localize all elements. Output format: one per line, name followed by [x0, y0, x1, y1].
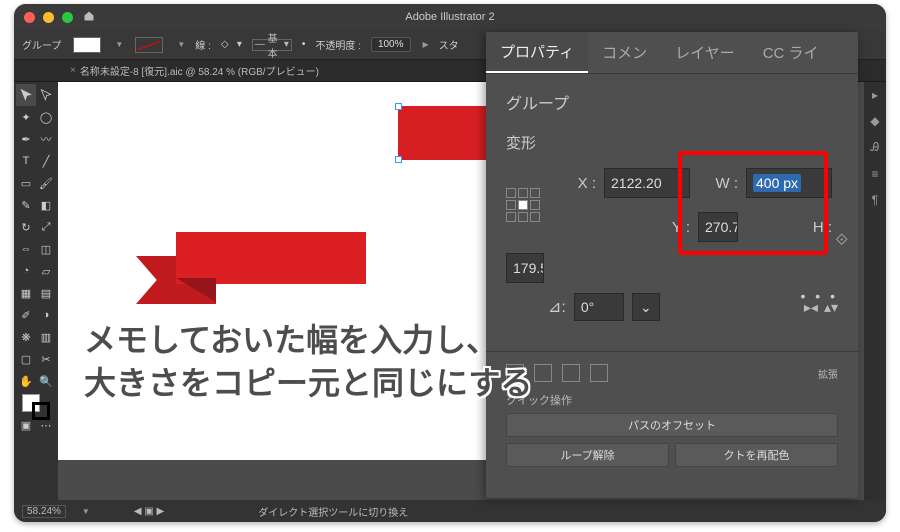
- fill-swatch[interactable]: [73, 37, 101, 53]
- document-tab[interactable]: × 名称未設定-8 [復元].aic @ 58.24 % (RGB/プレビュー): [64, 63, 319, 78]
- toolbox: ✦ ◯ ✒ 〰 T ╱ ▭ 🖌 ✎ ◧ ↻ ⤢ ⇔ ◫ ◔ ▱ ▦ ▤ ✐ ◑ …: [14, 82, 58, 500]
- stroke-weight-stepper[interactable]: ◇ ▾: [221, 39, 242, 50]
- width-tool[interactable]: ⇔: [16, 238, 36, 260]
- panel-icon[interactable]: Ꭿ: [871, 140, 880, 155]
- title-bar: Adobe Illustrator 2: [14, 4, 886, 30]
- rotate-icon: ⊿:: [548, 297, 566, 317]
- pen-tool[interactable]: ✒: [16, 128, 36, 150]
- rotate-tool[interactable]: ↻: [16, 216, 36, 238]
- gradient-tool[interactable]: ▤: [36, 282, 56, 304]
- tab-properties[interactable]: プロパティ: [486, 32, 588, 73]
- align-left-icon[interactable]: [506, 364, 524, 382]
- graph-tool[interactable]: ▥: [36, 326, 56, 348]
- selection-tool[interactable]: [16, 84, 36, 106]
- x-label: X :: [552, 175, 596, 192]
- window-controls: [24, 12, 73, 23]
- shaper-tool[interactable]: ✎: [16, 194, 36, 216]
- panel-icon[interactable]: ≡: [871, 167, 878, 181]
- rectangle-tool[interactable]: ▭: [16, 172, 36, 194]
- close-window-button[interactable]: [24, 12, 35, 23]
- align-center-icon[interactable]: [534, 364, 552, 382]
- perspective-tool[interactable]: ▱: [36, 260, 56, 282]
- free-transform-tool[interactable]: ◫: [36, 238, 56, 260]
- magic-wand-tool[interactable]: ✦: [16, 106, 36, 128]
- stroke-label: 線 :: [195, 37, 211, 52]
- zoom-tool[interactable]: 🔍: [36, 370, 56, 392]
- artboard-tool[interactable]: ▢: [16, 348, 36, 370]
- wh-highlight-annotation: [678, 151, 828, 255]
- panel-tab-bar: プロパティ コメン レイヤー CC ライ: [486, 32, 858, 74]
- lasso-tool[interactable]: ◯: [36, 106, 56, 128]
- eyedropper-tool[interactable]: ✐: [16, 304, 36, 326]
- transform-section-label: 変形: [506, 132, 838, 153]
- opacity-label: 不透明度 :: [315, 37, 361, 52]
- status-hint: ダイレクト選択ツールに切り換え: [258, 504, 408, 519]
- reference-point-control[interactable]: [506, 188, 540, 222]
- angle-dropdown[interactable]: ⌄: [632, 293, 660, 321]
- tab-cc-libraries[interactable]: CC ライ: [749, 32, 833, 73]
- shape-builder-tool[interactable]: ◔: [16, 260, 36, 282]
- chevron-down-icon[interactable]: ▼: [115, 40, 123, 49]
- panel-icon[interactable]: ▸: [872, 88, 878, 102]
- ungroup-button[interactable]: ループ解除: [506, 443, 669, 467]
- zoom-window-button[interactable]: [62, 12, 73, 23]
- symbol-sprayer-tool[interactable]: ❋: [16, 326, 36, 348]
- more-options-button[interactable]: • • •: [801, 288, 838, 304]
- right-icon-column: ▸ ◆ Ꭿ ≡ ¶: [864, 82, 886, 500]
- paintbrush-tool[interactable]: 🖌: [36, 172, 56, 194]
- mesh-tool[interactable]: ▦: [16, 282, 36, 304]
- curvature-tool[interactable]: 〰: [36, 128, 56, 150]
- close-icon[interactable]: ×: [70, 65, 76, 76]
- eraser-tool[interactable]: ◧: [36, 194, 56, 216]
- panel-icon[interactable]: ◆: [870, 114, 879, 128]
- recolor-button[interactable]: クトを再配色: [675, 443, 838, 467]
- zoom-level[interactable]: 58.24%: [22, 505, 66, 518]
- h-input[interactable]: 179.506: [506, 253, 544, 283]
- home-icon[interactable]: [83, 10, 95, 25]
- status-bar: 58.24% ▼ ◀ ▣ ▶ ダイレクト選択ツールに切り換え: [14, 500, 886, 522]
- minimize-window-button[interactable]: [43, 12, 54, 23]
- properties-panel: プロパティ コメン レイヤー CC ライ グループ 変形 X : 2122.20…: [486, 32, 858, 498]
- align-top-icon[interactable]: [590, 364, 608, 382]
- scale-tool[interactable]: ⤢: [36, 216, 56, 238]
- app-window: Adobe Illustrator 2 グループ ▼ ▼ 線 : ◇ ▾ — 基…: [14, 4, 886, 522]
- stroke-swatch[interactable]: [135, 37, 163, 53]
- stroke-box[interactable]: [32, 402, 50, 420]
- slice-tool[interactable]: ✂: [36, 348, 56, 370]
- link-constrain-icon[interactable]: ⟐: [835, 232, 848, 250]
- chevron-down-icon[interactable]: ▼: [82, 507, 90, 516]
- artboard: [58, 82, 520, 460]
- offset-path-button[interactable]: パスのオフセット: [506, 413, 838, 437]
- align-row: 拡張: [506, 360, 838, 386]
- align-right-icon[interactable]: [562, 364, 580, 382]
- angle-input[interactable]: 0°: [574, 293, 624, 321]
- line-tool[interactable]: ╱: [36, 150, 56, 172]
- opacity-input[interactable]: 100%: [371, 37, 411, 52]
- stroke-style-dropdown[interactable]: — 基本 ▾: [252, 39, 292, 51]
- blend-tool[interactable]: ◑: [36, 304, 56, 326]
- hand-tool[interactable]: ✋: [16, 370, 36, 392]
- direct-selection-tool[interactable]: [36, 84, 56, 106]
- object-type-label: グループ: [506, 90, 838, 114]
- context-label: グループ: [22, 37, 61, 52]
- tab-comment[interactable]: コメン: [588, 32, 661, 73]
- chevron-right-icon[interactable]: ▶: [423, 40, 429, 49]
- fill-stroke-control[interactable]: [16, 392, 56, 424]
- extended-label[interactable]: 拡張: [818, 366, 838, 381]
- document-tab-label: 名称未設定-8 [復元].aic @ 58.24 % (RGB/プレビュー): [80, 63, 319, 78]
- ribbon-shape[interactable]: [136, 232, 366, 304]
- quick-actions-label: クイック操作: [506, 386, 838, 410]
- panel-icon[interactable]: ¶: [872, 193, 878, 207]
- type-tool[interactable]: T: [16, 150, 36, 172]
- tab-layers[interactable]: レイヤー: [661, 32, 749, 73]
- app-title: Adobe Illustrator 2: [405, 11, 494, 23]
- chevron-down-icon[interactable]: ▼: [177, 40, 185, 49]
- style-label: スタ: [439, 37, 459, 52]
